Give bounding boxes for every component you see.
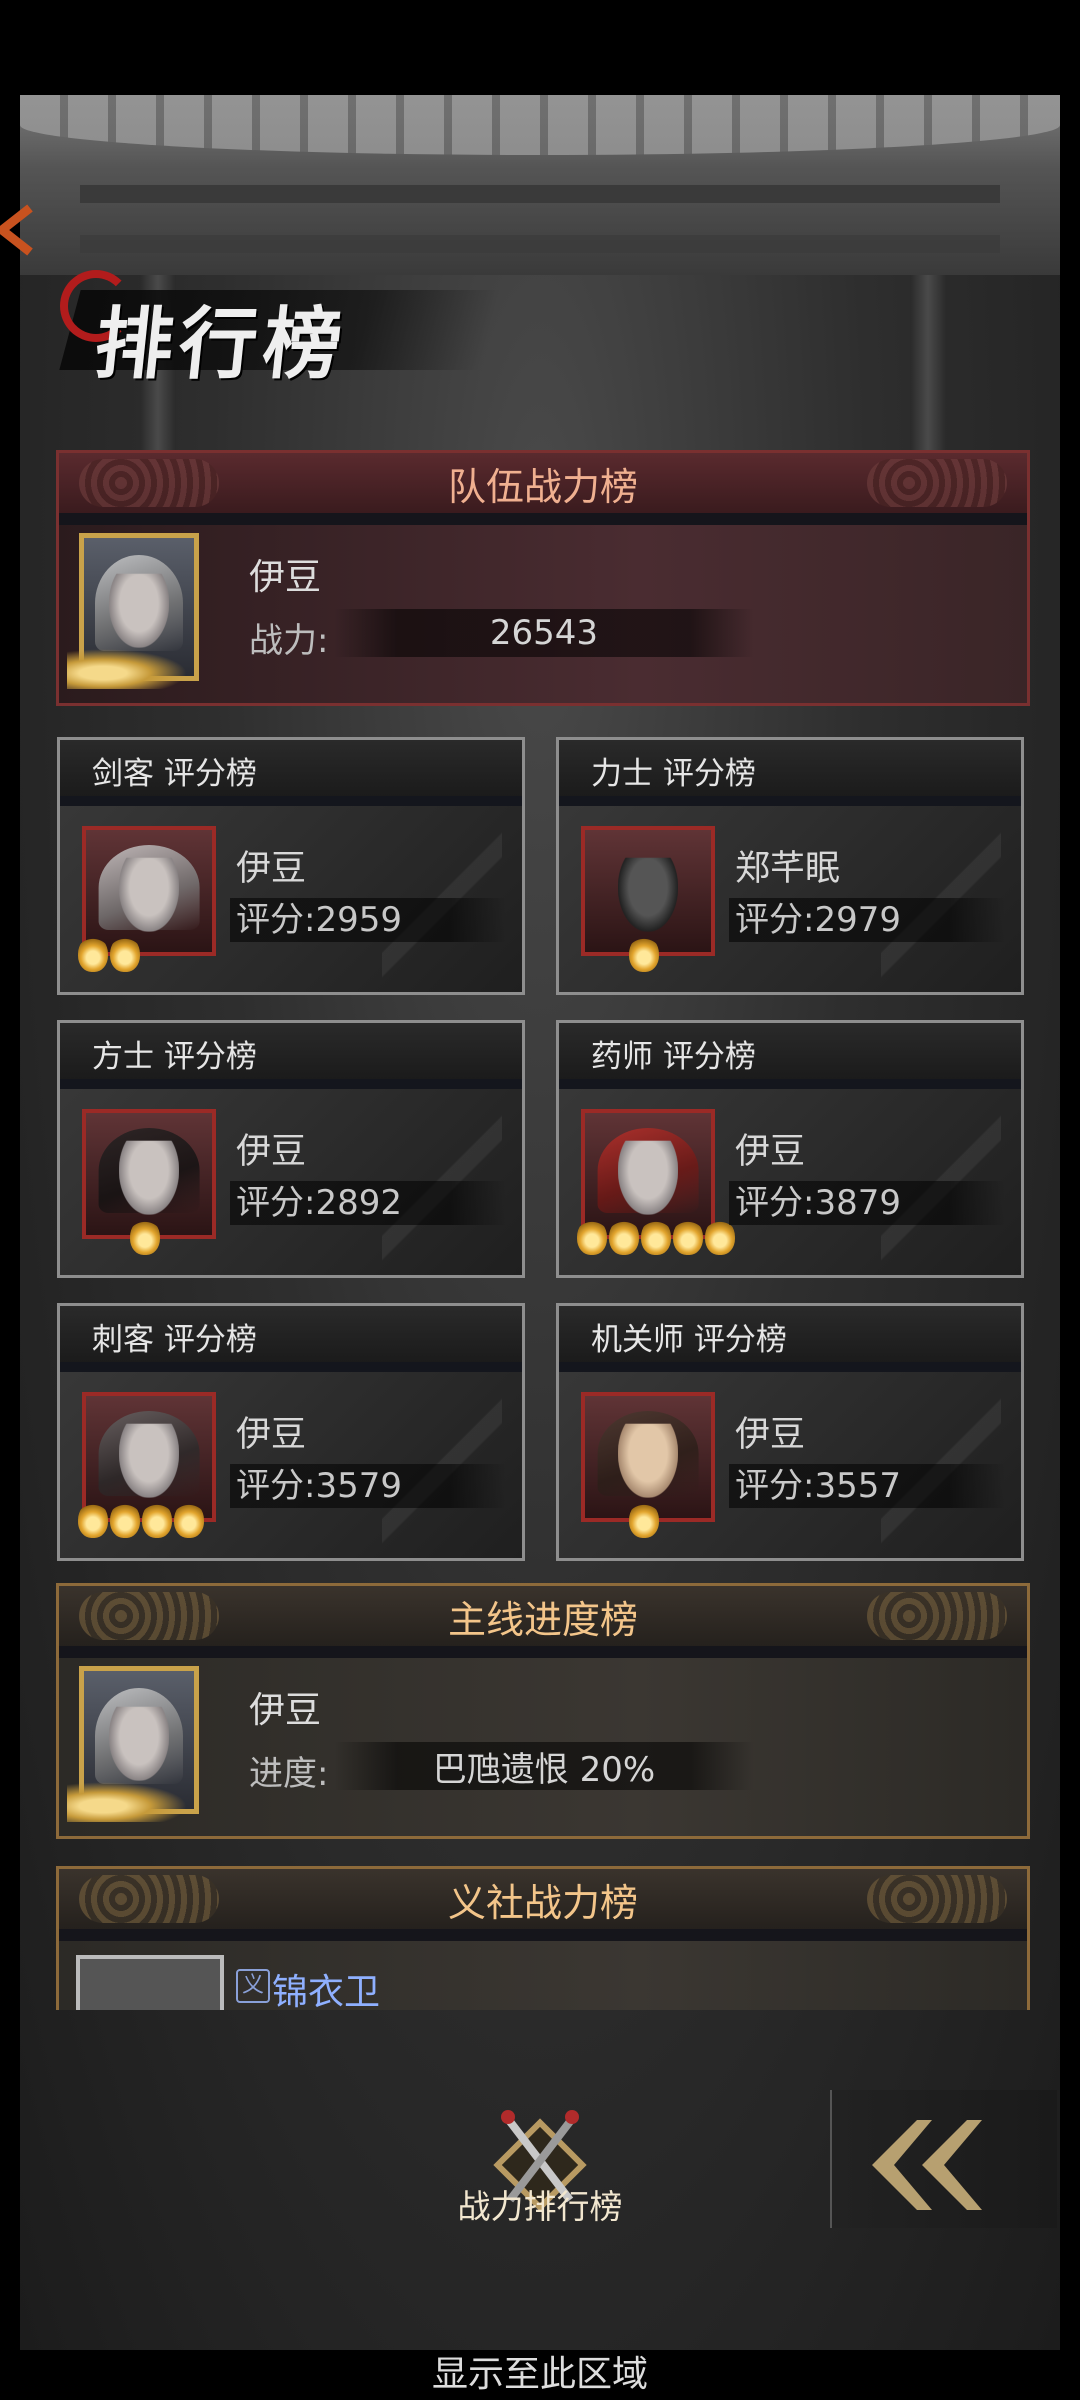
class-board-title: 机关师 评分榜: [591, 1322, 787, 1358]
class-board-title: 刺客 评分榜: [92, 1322, 257, 1358]
class-board-alchemist[interactable]: 方士 评分榜 伊豆 评分:2892: [57, 1020, 525, 1278]
guild-tag-badge: 义: [236, 1969, 270, 2003]
star-icon: [110, 936, 140, 972]
team-power-title: 队伍战力榜: [447, 464, 638, 509]
story-progress-header: 主线进度榜: [59, 1586, 1027, 1646]
class-board-mechanist[interactable]: 机关师 评分榜 伊豆 评分:3557: [556, 1303, 1024, 1561]
lotus-ornament: [67, 649, 187, 689]
star-icon: [577, 1219, 607, 1255]
star-icon: [130, 1219, 160, 1255]
score-value: 评分:2892: [230, 1181, 506, 1225]
score-value: 评分:3579: [230, 1464, 506, 1508]
class-board-swordsman[interactable]: 剑客 评分榜 伊豆 评分:2959: [57, 737, 525, 995]
score-value: 评分:3879: [729, 1181, 1005, 1225]
class-board-title: 药师 评分榜: [591, 1039, 756, 1075]
star-icon: [629, 936, 659, 972]
class-board-title: 方士 评分榜: [92, 1039, 257, 1075]
star-icon: [673, 1219, 703, 1255]
guild-name: 锦衣卫: [272, 1972, 381, 2010]
star-icon: [629, 1502, 659, 1538]
star-rating: [629, 1502, 659, 1542]
player-name: 伊豆: [236, 1132, 307, 1172]
star-icon: [174, 1502, 204, 1538]
guild-power-header: 义社战力榜: [59, 1869, 1027, 1929]
star-icon: [110, 1502, 140, 1538]
score-value: 评分:3557: [729, 1464, 1005, 1508]
avatar: [67, 1666, 217, 1822]
player-name: 伊豆: [236, 849, 307, 889]
score-value: 评分:2979: [729, 898, 1005, 942]
lotus-ornament: [67, 1782, 187, 1822]
leaderboard-screen: 排行榜 队伍战力榜 伊豆 战力: 26543 剑客 评分榜 伊豆 评分:2959…: [0, 0, 1080, 2400]
progress-label: 进度:: [249, 1754, 329, 1794]
avatar: [76, 1955, 224, 2010]
star-rating: [78, 936, 140, 976]
power-label: 战力:: [249, 621, 329, 661]
star-icon: [78, 1502, 108, 1538]
guild-power-title: 义社战力榜: [447, 1880, 638, 1925]
progress-value: 巴虺遗恨 20%: [334, 1742, 754, 1790]
team-power-card[interactable]: 队伍战力榜 伊豆 战力: 26543: [56, 450, 1030, 706]
team-power-header: 队伍战力榜: [59, 453, 1027, 513]
star-icon: [142, 1502, 172, 1538]
score-value: 评分:2959: [230, 898, 506, 942]
star-rating: [577, 1219, 735, 1259]
avatar: [67, 533, 217, 689]
player-name: 伊豆: [249, 1690, 322, 1731]
class-board-title: 剑客 评分榜: [92, 756, 257, 792]
class-board-title: 力士 评分榜: [591, 756, 756, 792]
star-icon: [641, 1219, 671, 1255]
star-rating: [130, 1219, 160, 1259]
display-area-hint: 显示至此区域: [431, 2354, 648, 2395]
player-name: 伊豆: [735, 1132, 806, 1172]
star-rating: [78, 1502, 204, 1542]
star-rating: [629, 936, 659, 976]
class-board-pharmacist[interactable]: 药师 评分榜 伊豆 评分:3879: [556, 1020, 1024, 1278]
player-name: 郑芊眠: [735, 849, 841, 889]
double-chevron-left-icon: [872, 2120, 982, 2210]
player-name: 伊豆: [236, 1415, 307, 1455]
class-board-assassin[interactable]: 刺客 评分榜 伊豆 评分:3579: [57, 1303, 525, 1561]
player-name: 伊豆: [735, 1415, 806, 1455]
story-progress-card[interactable]: 主线进度榜 伊豆 进度: 巴虺遗恨 20%: [56, 1583, 1030, 1839]
leaderboard-list[interactable]: 队伍战力榜 伊豆 战力: 26543 剑客 评分榜 伊豆 评分:2959 力士 …: [0, 0, 1080, 2010]
class-board-strongman[interactable]: 力士 评分榜 郑芊眠 评分:2979: [556, 737, 1024, 995]
star-icon: [609, 1219, 639, 1255]
tab-power-ranking[interactable]: 战力排行榜: [440, 2180, 640, 2228]
player-name: 伊豆: [249, 557, 322, 598]
star-icon: [78, 936, 108, 972]
back-button[interactable]: [830, 2090, 1057, 2228]
story-progress-title: 主线进度榜: [447, 1597, 638, 1642]
power-value: 26543: [334, 609, 754, 657]
